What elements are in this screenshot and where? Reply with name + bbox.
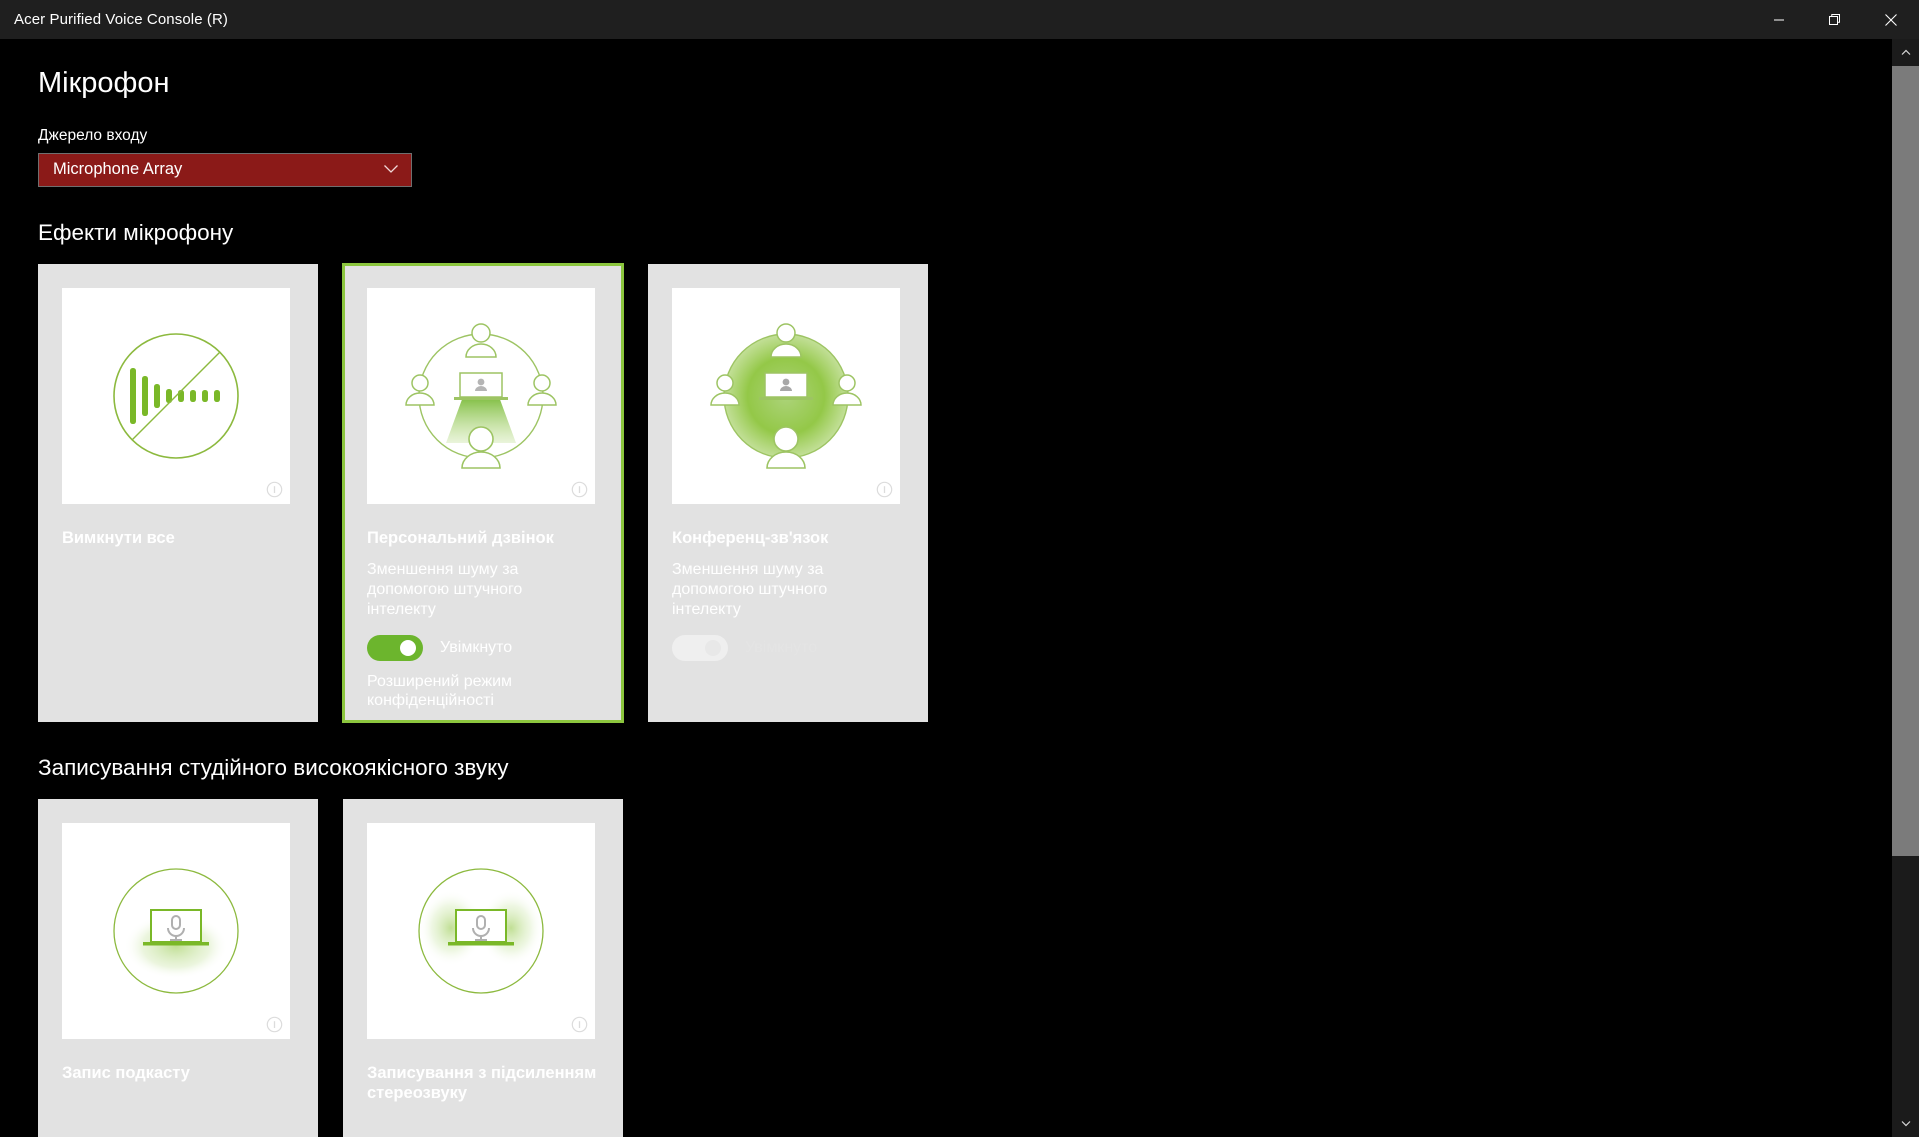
scrollbar-thumb[interactable] — [1892, 66, 1919, 856]
studio-card-row: Запис подкасту Записування з підсиленням… — [38, 798, 1892, 1137]
toggle-label: Увімкнуто — [745, 638, 818, 656]
window-title: Acer Purified Voice Console (R) — [14, 11, 229, 28]
enhanced-privacy-label: Розширений режим конфіденційності — [367, 672, 513, 710]
info-icon[interactable] — [266, 481, 283, 498]
toggle-knob — [705, 639, 721, 656]
info-icon[interactable] — [571, 481, 588, 498]
effect-card-personal-call[interactable]: Персональний дзвінок Зменшення шуму за д… — [342, 262, 624, 723]
title-bar: Acer Purified Voice Console (R) — [0, 0, 1919, 39]
minimize-button[interactable] — [1751, 0, 1807, 39]
card-title: Вимкнути все — [62, 528, 175, 547]
window-controls — [1751, 0, 1919, 39]
page-title: Мікрофон — [38, 67, 170, 99]
input-source-select[interactable]: Microphone Array — [38, 152, 412, 187]
card-title: Запис подкасту — [62, 1063, 190, 1082]
card-thumbnail — [62, 287, 290, 504]
effects-section-title: Ефекти мікрофону — [38, 219, 234, 245]
card-thumbnail — [367, 287, 595, 504]
card-title: Записування з підсиленням стереозвуку — [367, 1063, 597, 1103]
toggle-knob — [400, 639, 416, 656]
noise-reduction-toggle-row: Увімкнуто — [367, 634, 599, 661]
card-thumbnail — [62, 822, 290, 1039]
close-button[interactable] — [1863, 0, 1919, 39]
restore-button[interactable] — [1807, 0, 1863, 39]
info-icon[interactable] — [876, 481, 893, 498]
card-description: Зменшення шуму за допомогою штучного інт… — [367, 561, 523, 618]
effect-card-conference-call[interactable]: Конференц-зв'язок Зменшення шуму за допо… — [648, 263, 928, 722]
card-thumbnail — [672, 287, 900, 504]
input-source-label: Джерело входу — [38, 126, 148, 144]
stereo-recording-icon — [418, 868, 544, 994]
mute-all-icon — [113, 333, 239, 459]
noise-reduction-toggle[interactable] — [367, 634, 423, 661]
personal-call-icon — [405, 323, 557, 469]
card-thumbnail — [367, 822, 595, 1039]
noise-reduction-toggle[interactable] — [672, 634, 728, 661]
info-icon[interactable] — [266, 1016, 283, 1033]
card-title: Конференц-зв'язок — [672, 528, 829, 547]
scrollbar-track[interactable] — [1892, 66, 1919, 1110]
studio-card-stereo[interactable]: Записування з підсиленням стереозвуку — [343, 798, 623, 1137]
conference-call-icon — [710, 323, 862, 469]
studio-section-title: Записування студійного високоякісного зв… — [38, 754, 509, 780]
vertical-scrollbar[interactable] — [1892, 39, 1919, 1137]
input-source-value: Microphone Array — [53, 160, 183, 179]
noise-reduction-toggle-row: Увімкнуто — [672, 634, 904, 661]
effect-card-mute-all[interactable]: Вимкнути все — [38, 263, 318, 722]
card-title: Персональний дзвінок — [367, 528, 554, 547]
chevron-down-icon — [383, 161, 399, 179]
scroll-up-button[interactable] — [1892, 39, 1919, 66]
studio-card-podcast[interactable]: Запис подкасту — [38, 798, 318, 1137]
scroll-down-button[interactable] — [1892, 1110, 1919, 1137]
card-description: Зменшення шуму за допомогою штучного інт… — [672, 561, 828, 618]
main-content: Мікрофон Джерело входу Microphone Array … — [0, 39, 1892, 1137]
toggle-label: Увімкнуто — [440, 638, 513, 656]
effects-card-row: Вимкнути все Персональний дзвінок Зменше… — [38, 262, 1892, 723]
podcast-recording-icon — [113, 868, 239, 994]
info-icon[interactable] — [571, 1016, 588, 1033]
